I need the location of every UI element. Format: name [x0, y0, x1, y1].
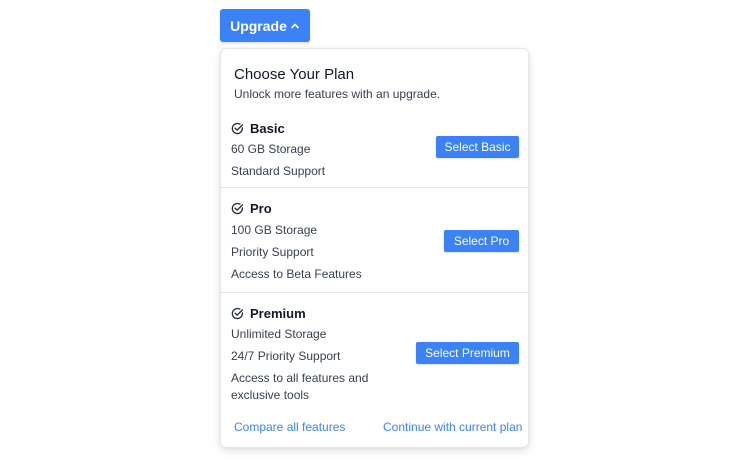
plan-feature: 60 GB Storage [231, 142, 311, 156]
plan-feature: Priority Support [231, 245, 314, 259]
plan-feature: 24/7 Priority Support [231, 349, 341, 363]
plan-name: Pro [250, 201, 272, 216]
select-basic-button[interactable]: Select Basic [436, 136, 519, 158]
check-circle-icon [231, 122, 244, 135]
plan-feature: Standard Support [231, 164, 326, 178]
plan-name: Premium [250, 306, 306, 321]
select-premium-button[interactable]: Select Premium [416, 342, 519, 364]
plan-premium: Premium Unlimited Storage 24/7 Priority … [221, 294, 528, 409]
chevron-up-icon [290, 21, 300, 31]
check-circle-icon [231, 202, 244, 215]
panel-subtitle: Unlock more features with an upgrade. [234, 87, 441, 101]
plan-basic-header: Basic [231, 121, 285, 136]
plan-feature: Access to Beta Features [231, 267, 362, 281]
plan-feature: Unlimited Storage [231, 327, 327, 341]
plan-name: Basic [250, 121, 285, 136]
plan-pro: Pro 100 GB Storage Priority Support Acce… [221, 189, 528, 293]
upgrade-button[interactable]: Upgrade [220, 9, 310, 42]
panel-title: Choose Your Plan [234, 66, 355, 83]
continue-current-plan-link[interactable]: Continue with current plan [383, 420, 522, 434]
plan-feature: 100 GB Storage [231, 223, 318, 237]
check-circle-icon [231, 307, 244, 320]
plan-basic: Basic 60 GB Storage Standard Support Sel… [221, 113, 528, 188]
plan-dropdown-panel: Choose Your Plan Unlock more features wi… [220, 48, 529, 448]
select-pro-button[interactable]: Select Pro [444, 230, 519, 252]
plan-premium-header: Premium [231, 306, 306, 321]
compare-features-link[interactable]: Compare all features [234, 420, 345, 434]
plan-pro-header: Pro [231, 201, 272, 216]
upgrade-button-label: Upgrade [230, 17, 287, 34]
plan-feature: Access to all features and exclusive too… [231, 371, 369, 402]
